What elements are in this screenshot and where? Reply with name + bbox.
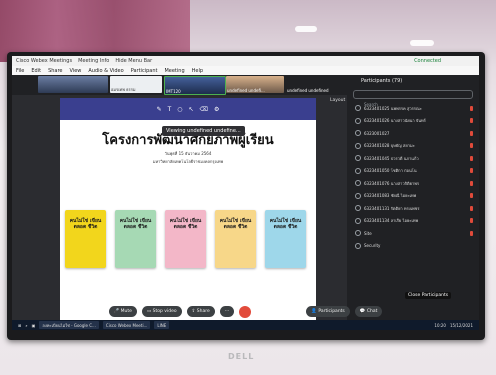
muted-mic-icon xyxy=(470,180,473,186)
participant-item[interactable]: 6323001027 xyxy=(347,127,479,140)
windows-start-icon[interactable]: ⊞ xyxy=(18,323,21,328)
user-icon xyxy=(355,105,361,112)
menu-participant[interactable]: Participant xyxy=(131,68,158,74)
ceiling-light xyxy=(410,40,434,46)
menu-help[interactable]: Help xyxy=(192,68,203,74)
video-tile[interactable] xyxy=(38,76,108,93)
user-icon xyxy=(355,167,361,174)
participant-item[interactable]: 6323401083 ชัยณี ไอยะเทพ xyxy=(347,190,479,203)
muted-mic-icon xyxy=(470,118,473,124)
menu-audio-video[interactable]: Audio & Video xyxy=(88,68,123,74)
video-tile[interactable]: อมรเทพ ธรรม xyxy=(110,76,162,93)
participant-item[interactable]: Site xyxy=(347,227,479,240)
book-cover: คนไม่ใช่ เขียนตลอด ชีวิต xyxy=(115,210,156,268)
user-icon xyxy=(355,155,361,162)
menu-file[interactable]: File xyxy=(16,68,24,74)
text-icon[interactable]: T xyxy=(168,106,172,113)
user-icon xyxy=(355,117,361,124)
muted-mic-icon xyxy=(470,230,473,236)
menu-meeting[interactable]: Meeting xyxy=(164,68,184,74)
layout-button[interactable]: Layout xyxy=(330,98,345,103)
stop-video-button[interactable]: ▭ Stop video xyxy=(141,306,182,317)
annotation-toolbar: ✎ T ○ ↖ ⌫ ⚙ xyxy=(60,98,316,120)
user-icon xyxy=(355,217,361,224)
book-cover: คนไม่ใช่ เขียนตลอด ชีวิต xyxy=(215,210,256,268)
video-tile[interactable]: IMT120 xyxy=(164,76,226,95)
participants-header: Participants (79) xyxy=(361,78,403,84)
arrow-icon[interactable]: ↖ xyxy=(189,106,194,113)
muted-mic-icon xyxy=(470,168,473,174)
participant-item[interactable]: 6323401025 นพพรรค สุวรรณะ xyxy=(347,102,479,115)
share-button[interactable]: ⇪ Share xyxy=(186,306,215,317)
eraser-icon[interactable]: ⌫ xyxy=(200,106,208,113)
close-participants-tooltip: Close Participants xyxy=(405,292,452,299)
taskbar-search-icon[interactable]: ⌕ xyxy=(25,323,27,328)
slide-date: วันพุธที่ 15 ธันวาคม 2564 xyxy=(164,151,212,156)
monitor-brand: DELL xyxy=(228,352,255,361)
participant-item[interactable]: 6323401076 นางสาวกิติยาพร xyxy=(347,177,479,190)
participant-item[interactable]: 6323401134 ลาเรีย ไอยะเทพ xyxy=(347,215,479,228)
participant-item[interactable]: 6323401026 นางสาวนัยนา จันทร์ xyxy=(347,115,479,128)
clock-time: 10:20 xyxy=(434,322,446,328)
settings-icon[interactable]: ⚙ xyxy=(214,106,219,113)
shape-icon[interactable]: ○ xyxy=(177,106,182,113)
video-tile[interactable]: undefined undefi... xyxy=(226,76,284,93)
muted-mic-icon xyxy=(470,130,473,136)
connected-status: Connected xyxy=(414,58,441,64)
chat-button[interactable]: 💬 Chat xyxy=(354,306,383,317)
monitor: Cisco Webex Meetings Meeting Info Hide M… xyxy=(7,52,485,340)
user-icon xyxy=(355,142,361,149)
user-icon xyxy=(355,242,361,249)
muted-mic-icon xyxy=(470,193,473,199)
mute-button[interactable]: 🎤 Mute xyxy=(108,306,137,317)
titlebar-item[interactable]: Hide Menu Bar xyxy=(115,58,152,64)
clock-date: 15/12/2021 xyxy=(449,322,473,328)
participant-search-input[interactable]: Search xyxy=(353,90,473,107)
user-icon xyxy=(355,192,361,199)
user-icon xyxy=(355,230,361,237)
participant-item[interactable]: 6323401131 รัตติยา ทรงเพชร xyxy=(347,202,479,215)
book-cover: คนไม่ใช่ เขียนตลอด ชีวิต xyxy=(165,210,206,268)
slide-org: มหาวิทยาลัยเทคโนโลยีราชมงคลกรุงเทพ xyxy=(152,159,224,164)
menu-bar: File Edit Share View Audio & Video Parti… xyxy=(12,66,479,75)
titlebar-item[interactable]: Meeting Info xyxy=(78,58,109,64)
more-button[interactable]: ⋯ xyxy=(219,306,235,317)
muted-mic-icon xyxy=(470,218,473,224)
user-icon xyxy=(355,130,361,137)
pen-icon[interactable]: ✎ xyxy=(157,106,162,113)
meeting-controls: 🎤 Mute ▭ Stop video ⇪ Share ⋯ 👤 Particip… xyxy=(12,303,479,320)
menu-view[interactable]: View xyxy=(70,68,82,74)
viewing-banner: Viewing undefined undefine... xyxy=(162,126,245,136)
participants-panel: Participants (79) Search 6323401025 นพพร… xyxy=(347,75,479,320)
taskbar-webex[interactable]: Cisco Webex Meeti... xyxy=(102,321,151,329)
muted-mic-icon xyxy=(470,205,473,211)
ceiling-light xyxy=(295,26,317,32)
taskbar-line[interactable]: LINE xyxy=(154,321,170,329)
muted-mic-icon xyxy=(470,105,473,111)
end-call-button[interactable] xyxy=(239,305,252,318)
title-bar: Cisco Webex Meetings Meeting Info Hide M… xyxy=(12,56,479,66)
muted-mic-icon xyxy=(470,155,473,161)
muted-mic-icon xyxy=(470,143,473,149)
user-icon xyxy=(355,180,361,187)
participant-item[interactable]: 6323401045 ปวรวดี นภาแก้ว xyxy=(347,152,479,165)
participant-item[interactable]: Security xyxy=(347,240,479,253)
participant-item[interactable]: 6323401028 บุษยัญ สยามะ xyxy=(347,140,479,153)
video-strip: อมรเทพ ธรรม IMT120 undefined undefi... u… xyxy=(12,75,347,95)
video-tile[interactable]: undefined undefined xyxy=(286,76,342,93)
user-icon xyxy=(355,205,361,212)
windows-taskbar: ⊞ ⌕ ▣ ลงทะเบียนไม่ใช่ - Google C... Cisc… xyxy=(12,320,479,330)
book-cover: คนไม่ใช่ เขียนตลอด ชีวิต xyxy=(265,210,306,268)
participant-item[interactable]: 6323401050 โชติกา ก่อนโน xyxy=(347,165,479,178)
participants-button[interactable]: 👤 Participants xyxy=(306,306,350,317)
book-cover: คนไม่ใช่ เขียนตลอด ชีวิต xyxy=(65,210,106,268)
webex-window: Cisco Webex Meetings Meeting Info Hide M… xyxy=(12,56,479,330)
menu-share[interactable]: Share xyxy=(48,68,62,74)
titlebar-item[interactable]: Cisco Webex Meetings xyxy=(16,58,72,64)
menu-edit[interactable]: Edit xyxy=(31,68,41,74)
taskbar-chrome[interactable]: ลงทะเบียนไม่ใช่ - Google C... xyxy=(39,321,99,329)
task-view-icon[interactable]: ▣ xyxy=(32,323,36,328)
